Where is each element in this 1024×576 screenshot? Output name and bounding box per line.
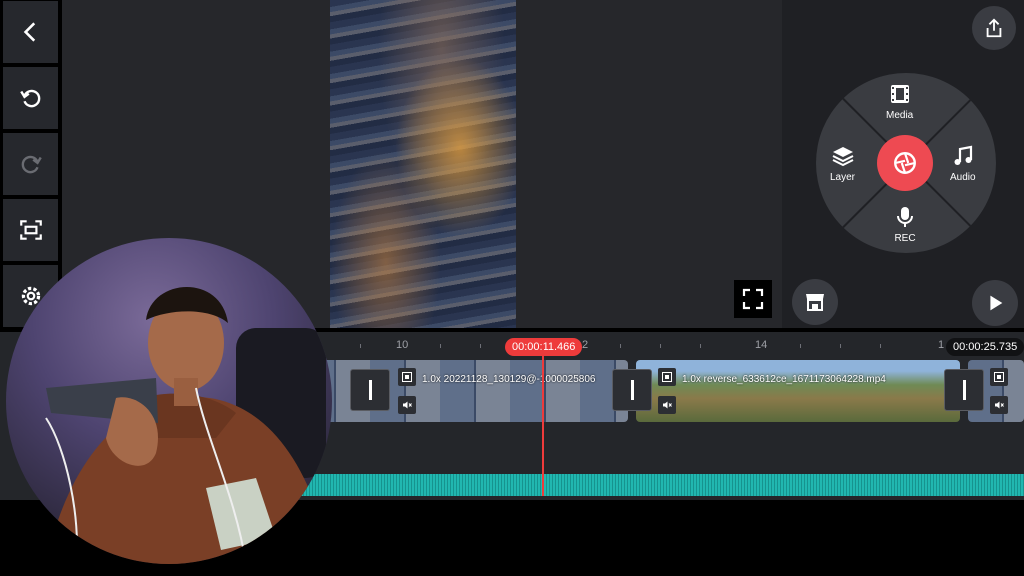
- undo-button[interactable]: [3, 67, 58, 129]
- ruler-label: 1: [938, 339, 945, 351]
- fullscreen-icon: [742, 288, 764, 310]
- audio-label: Audio: [950, 172, 976, 183]
- play-icon: [990, 295, 1003, 311]
- share-button[interactable]: [972, 6, 1016, 50]
- music-note-icon: [954, 145, 972, 165]
- clip-thumbnail-icon[interactable]: [398, 368, 416, 386]
- mute-icon[interactable]: [398, 396, 416, 414]
- capture-button[interactable]: [877, 135, 933, 191]
- audio-track[interactable]: [300, 474, 1024, 496]
- video-clip[interactable]: 1.0x reverse_633612ce_1671173064228.mp4: [636, 360, 960, 422]
- asset-store-icon: [806, 294, 824, 311]
- mute-icon[interactable]: [990, 396, 1008, 414]
- transition-button[interactable]: [612, 369, 652, 411]
- chevron-left-icon: [23, 22, 35, 42]
- video-preview[interactable]: [330, 0, 516, 328]
- media-label: Media: [886, 110, 914, 121]
- rec-label: REC: [894, 233, 916, 244]
- presenter-illustration: [45, 286, 332, 564]
- ruler-label: 2: [582, 339, 589, 351]
- transition-button[interactable]: [350, 369, 390, 411]
- clip-label: 1.0x reverse_633612ce_1671173064228.mp4: [682, 374, 886, 385]
- screen-capture-icon: [19, 220, 42, 240]
- clip-thumbnail-icon[interactable]: [990, 368, 1008, 386]
- asset-store-button[interactable]: [792, 279, 838, 325]
- microphone-icon: [897, 207, 913, 227]
- layer-button[interactable]: Layer: [830, 144, 855, 183]
- redo-button[interactable]: [3, 133, 58, 195]
- fullscreen-button[interactable]: [734, 280, 772, 318]
- presenter-webcam-overlay: [6, 238, 332, 564]
- total-duration-badge: 00:00:25.735: [946, 338, 1024, 356]
- audio-button[interactable]: Audio: [950, 144, 976, 183]
- clip-thumbnail-icon[interactable]: [658, 368, 676, 386]
- film-icon: [890, 85, 909, 103]
- layers-icon: [832, 147, 853, 167]
- playhead[interactable]: [542, 346, 544, 496]
- undo-icon: [19, 89, 40, 108]
- rec-button[interactable]: REC: [893, 205, 917, 244]
- redo-icon: [21, 155, 42, 174]
- screen-capture-button[interactable]: [3, 199, 58, 261]
- ruler-label: 10: [396, 339, 409, 351]
- play-button[interactable]: [972, 280, 1018, 326]
- layer-label: Layer: [830, 172, 856, 183]
- ruler-label: 14: [755, 339, 768, 351]
- transition-button[interactable]: [944, 369, 984, 411]
- back-button[interactable]: [3, 1, 58, 63]
- mute-icon[interactable]: [658, 396, 676, 414]
- share-icon: [986, 18, 1002, 38]
- camera-shutter-icon: [894, 152, 916, 174]
- clip-label: 1.0x 20221128_130129@-1000025806: [422, 374, 596, 385]
- media-button[interactable]: Media: [886, 82, 913, 121]
